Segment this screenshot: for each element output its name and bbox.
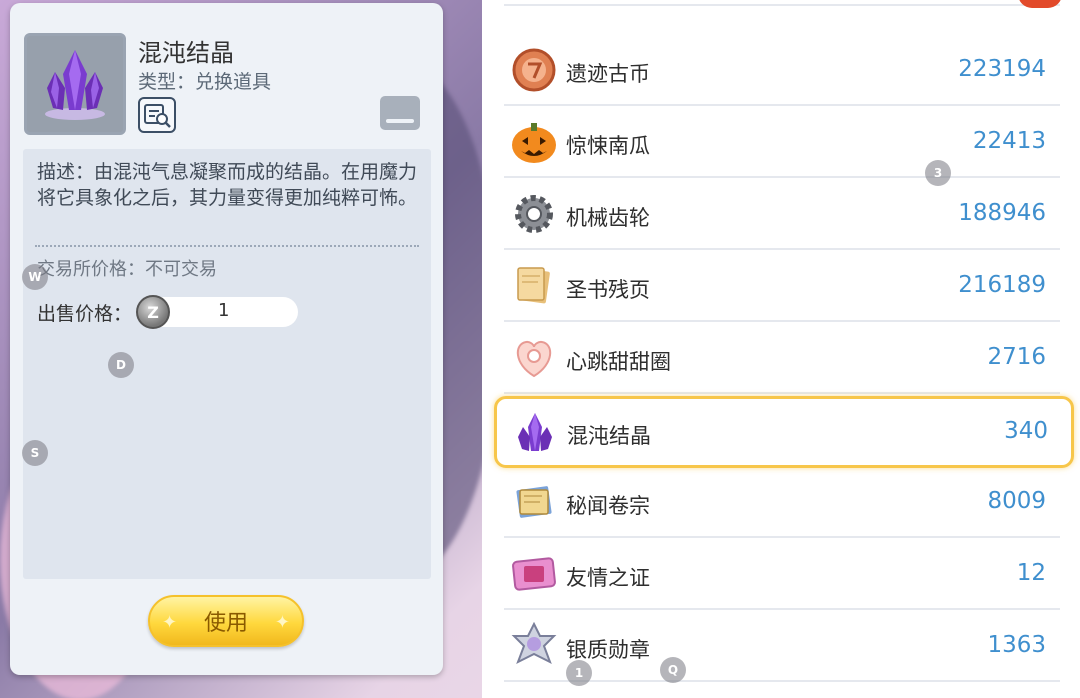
silver-medal-icon <box>508 620 560 672</box>
item-name: 机械齿轮 <box>566 206 650 230</box>
description-area: 描述：由混沌气息凝聚而成的结晶。在用魔力将它具象化之后，其力量变得更加纯粹可怖。… <box>23 149 431 579</box>
item-name: 混沌结晶 <box>567 424 651 448</box>
row-divider <box>504 392 1060 394</box>
item-name: 友情之证 <box>566 566 650 590</box>
key-hint-s: S <box>22 440 48 466</box>
scroll-page-icon <box>508 260 560 312</box>
trade-price-label: 交易所价格：不可交易 <box>37 259 217 280</box>
magnifier-doc-icon <box>144 104 171 128</box>
item-count: 8009 <box>987 488 1046 514</box>
pumpkin-icon <box>508 116 560 168</box>
list-item[interactable]: 心跳甜甜圈 2716 <box>492 322 1072 394</box>
list-item[interactable]: 圣书残页 216189 <box>492 250 1072 322</box>
list-item[interactable]: 秘闻卷宗 8009 <box>492 466 1072 538</box>
inspect-button[interactable] <box>138 97 176 133</box>
use-button[interactable]: ✦ 使用 ✦ <box>148 595 304 647</box>
item-count: 340 <box>1004 418 1048 444</box>
item-name: 秘闻卷宗 <box>566 494 650 518</box>
item-type: 类型：兑换道具 <box>138 71 272 93</box>
divider <box>35 245 419 247</box>
sell-price-field: Z 1 <box>136 295 299 329</box>
chaos-crystal-icon <box>45 50 105 120</box>
item-name: 心跳甜甜圈 <box>566 350 671 374</box>
chaos-crystal-icon <box>509 407 561 459</box>
sell-price-value: 1 <box>218 300 230 321</box>
friendship-card-icon <box>508 548 560 600</box>
item-name: 惊悚南瓜 <box>566 134 650 158</box>
item-name: 混沌结晶 <box>138 39 234 67</box>
list-item[interactable]: 惊悚南瓜 22413 <box>492 106 1072 178</box>
item-list-panel: 遗迹古币 223194 惊悚南瓜 22413 机械齿轮 188946 圣书残页 … <box>482 0 1080 698</box>
key-hint-q: Q <box>660 657 686 683</box>
list-item[interactable]: 机械齿轮 188946 <box>492 178 1072 250</box>
item-count: 2716 <box>987 344 1046 370</box>
sparkle-icon: ✦ <box>274 612 290 633</box>
key-hint-3: 3 <box>925 160 951 186</box>
sell-price-row: 出售价格： Z 1 <box>37 295 299 329</box>
relic-coin-icon <box>508 44 560 96</box>
inbox-tray-icon[interactable] <box>380 96 420 130</box>
row-divider <box>504 4 1060 6</box>
list-item[interactable]: 友情之证 12 <box>492 538 1072 610</box>
dossier-icon <box>508 476 560 528</box>
list-item-partial[interactable] <box>492 0 1072 6</box>
item-count: 216189 <box>958 272 1046 298</box>
item-count: 223194 <box>958 56 1046 82</box>
item-icon-frame <box>24 33 126 135</box>
use-button-label: 使用 <box>203 611 248 636</box>
zeny-coin-icon: Z <box>136 295 171 329</box>
item-count: 12 <box>1016 560 1046 586</box>
item-count: 22413 <box>972 128 1046 154</box>
sparkle-icon: ✦ <box>162 612 178 633</box>
item-count: 188946 <box>958 200 1046 226</box>
item-description: 描述：由混沌气息凝聚而成的结晶。在用魔力将它具象化之后，其力量变得更加纯粹可怖。 <box>37 161 418 209</box>
key-hint-w: W <box>22 264 48 290</box>
list-item[interactable]: 遗迹古币 223194 <box>492 34 1072 106</box>
key-hint-1: 1 <box>566 660 592 686</box>
item-name: 圣书残页 <box>566 278 650 302</box>
item-name: 遗迹古币 <box>566 62 650 86</box>
list-item-selected[interactable]: 混沌结晶 340 <box>494 396 1074 468</box>
item-count: 1363 <box>987 632 1046 658</box>
gear-icon <box>508 188 560 240</box>
donut-icon <box>508 332 560 384</box>
sell-price-label: 出售价格： <box>37 302 133 325</box>
key-hint-d: D <box>108 352 134 378</box>
item-detail-panel: 混沌结晶 类型：兑换道具 描述：由混沌气息凝聚而成的结晶。在用魔力将它具象化之后… <box>10 3 443 675</box>
